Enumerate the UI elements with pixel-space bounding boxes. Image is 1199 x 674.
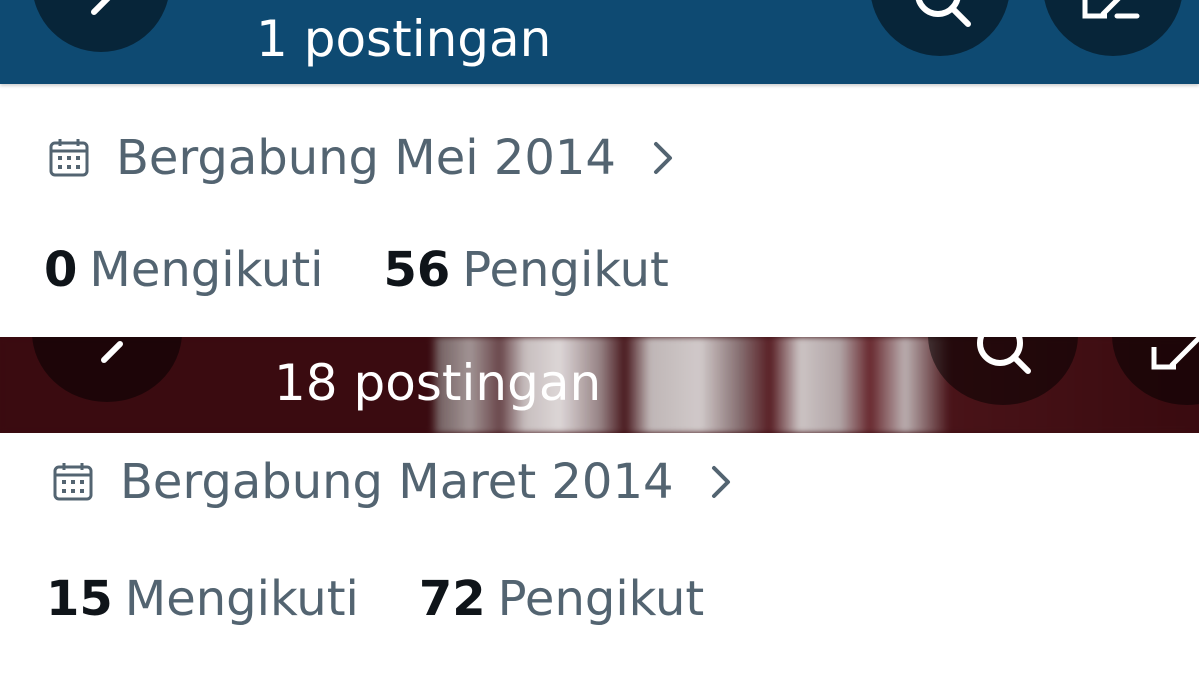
search-icon xyxy=(977,337,1031,374)
back-button[interactable] xyxy=(32,0,170,52)
followers-label: Pengikut xyxy=(462,242,669,298)
profile-header-bar xyxy=(0,0,1199,84)
joined-date-text: Bergabung Mei 2014 xyxy=(116,130,616,186)
post-count: 18 postingan xyxy=(274,354,602,412)
following-count: 15 xyxy=(46,571,113,627)
following-label: Mengikuti xyxy=(124,571,359,627)
compose-button[interactable] xyxy=(1043,0,1183,56)
post-count: 1 postingan xyxy=(256,10,552,68)
profile-panel-1: 1 postingan Bergabung Mei 2014 0 Mengikut… xyxy=(0,0,1199,337)
joined-date-row[interactable]: Bergabung Maret 2014 xyxy=(52,458,734,506)
followers-link[interactable]: 56 Pengikut xyxy=(383,242,668,298)
search-icon xyxy=(915,0,971,27)
followers-count: 56 xyxy=(383,242,451,298)
joined-date-text: Bergabung Maret 2014 xyxy=(120,454,674,510)
search-button[interactable] xyxy=(870,0,1010,56)
following-link[interactable]: 15 Mengikuti xyxy=(46,571,359,627)
followers-label: Pengikut xyxy=(497,571,705,627)
calendar-icon xyxy=(49,139,89,177)
followers-link[interactable]: 72 Pengikut xyxy=(419,571,704,627)
compose-icon xyxy=(1082,0,1140,19)
joined-date-row[interactable]: Bergabung Mei 2014 xyxy=(48,134,676,182)
following-count: 0 xyxy=(44,242,78,298)
chevron-right-icon xyxy=(711,466,730,498)
chevron-right-icon xyxy=(653,142,672,174)
arrow-left-icon xyxy=(91,0,111,15)
compose-icon xyxy=(1151,337,1199,370)
arrow-left-icon xyxy=(101,341,123,363)
follow-stats-row: 0 Mengikuti 56 Pengikut xyxy=(44,246,669,294)
follow-stats-row: 15 Mengikuti 72 Pengikut xyxy=(46,575,704,623)
following-link[interactable]: 0 Mengikuti xyxy=(44,242,323,298)
following-label: Mengikuti xyxy=(89,242,324,298)
followers-count: 72 xyxy=(418,571,486,627)
calendar-icon xyxy=(53,463,93,501)
